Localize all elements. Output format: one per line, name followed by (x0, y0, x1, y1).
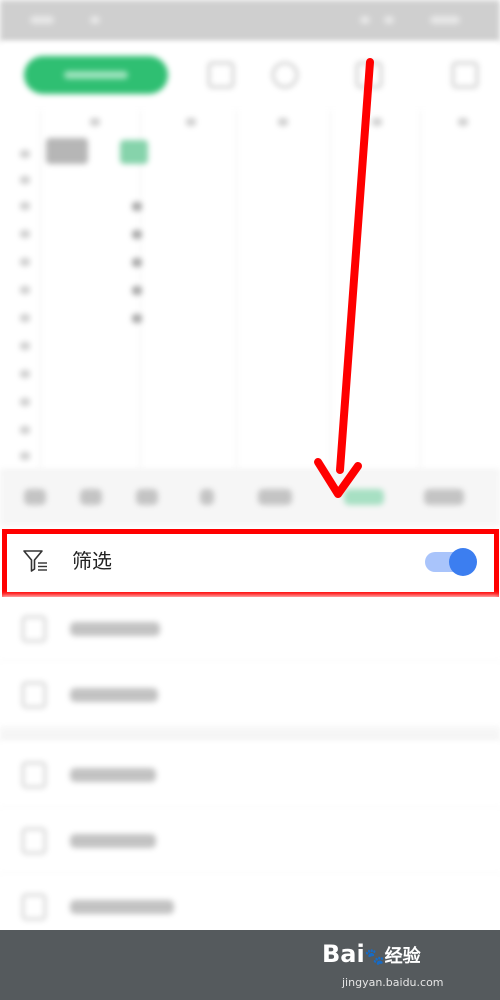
battery-icon (430, 16, 460, 24)
tab-bar-icon[interactable] (200, 489, 214, 505)
paw-icon: 🐾 (364, 947, 385, 966)
selected-cell (120, 140, 148, 164)
tab-bar-item[interactable] (424, 489, 464, 505)
tab-bar-icon[interactable] (136, 489, 158, 505)
menu-item[interactable] (0, 662, 500, 729)
menu-item-icon (22, 616, 46, 642)
share-button[interactable] (24, 56, 168, 94)
undo-icon[interactable] (272, 62, 298, 88)
toggle-knob (449, 548, 477, 576)
tab-bar-icon[interactable] (80, 489, 102, 505)
tab-bar-item[interactable] (258, 489, 292, 505)
sheet-tab-bar (0, 470, 500, 526)
status-icon (90, 16, 100, 24)
section-divider (0, 728, 500, 742)
signal-icon (360, 16, 370, 24)
more-icon[interactable] (452, 62, 478, 88)
filter-label: 筛选 (72, 551, 112, 573)
menu-item-icon (22, 762, 46, 788)
wifi-icon (384, 16, 394, 24)
save-icon[interactable] (208, 62, 234, 88)
spreadsheet-grid[interactable] (0, 110, 500, 470)
keyboard-icon[interactable] (356, 62, 382, 88)
toolbar (0, 42, 500, 110)
menu-item-icon (22, 894, 46, 920)
menu-item[interactable] (0, 596, 500, 663)
watermark-url: jingyan.baidu.com (342, 976, 444, 989)
watermark: Bai🐾经验 jingyan.baidu.com (322, 940, 472, 996)
tab-bar-icon[interactable] (24, 489, 46, 505)
status-time (30, 16, 54, 24)
filter-icon (23, 550, 47, 572)
menu-item-icon (22, 682, 46, 708)
header-cell (46, 138, 88, 164)
menu-item-icon (22, 828, 46, 854)
menu-item[interactable] (0, 808, 500, 875)
menu-item[interactable] (0, 742, 500, 809)
status-bar (0, 0, 500, 42)
watermark-brand: Bai🐾经验 (322, 940, 421, 968)
filter-toggle[interactable] (425, 548, 477, 576)
tab-bar-item-active[interactable] (344, 489, 384, 505)
